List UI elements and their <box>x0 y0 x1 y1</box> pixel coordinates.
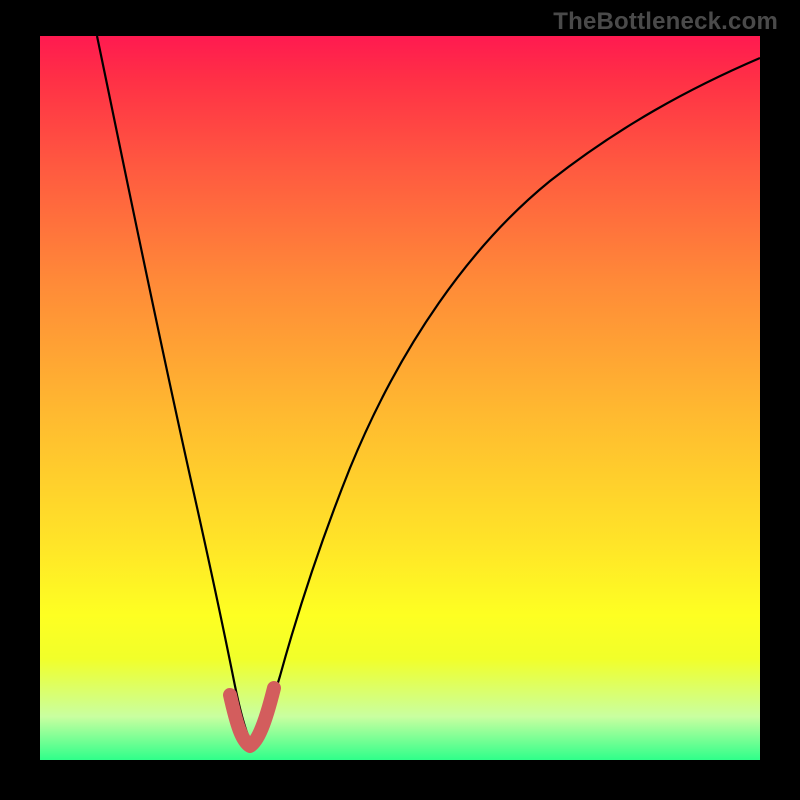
bottleneck-curve-right <box>253 58 760 746</box>
optimal-band-highlight <box>230 688 274 746</box>
attribution-text: TheBottleneck.com <box>553 8 778 36</box>
chart-frame: { "attribution": "TheBottleneck.com", "c… <box>0 0 800 800</box>
bottleneck-curve-left <box>97 36 253 746</box>
curve-layer <box>40 36 760 760</box>
